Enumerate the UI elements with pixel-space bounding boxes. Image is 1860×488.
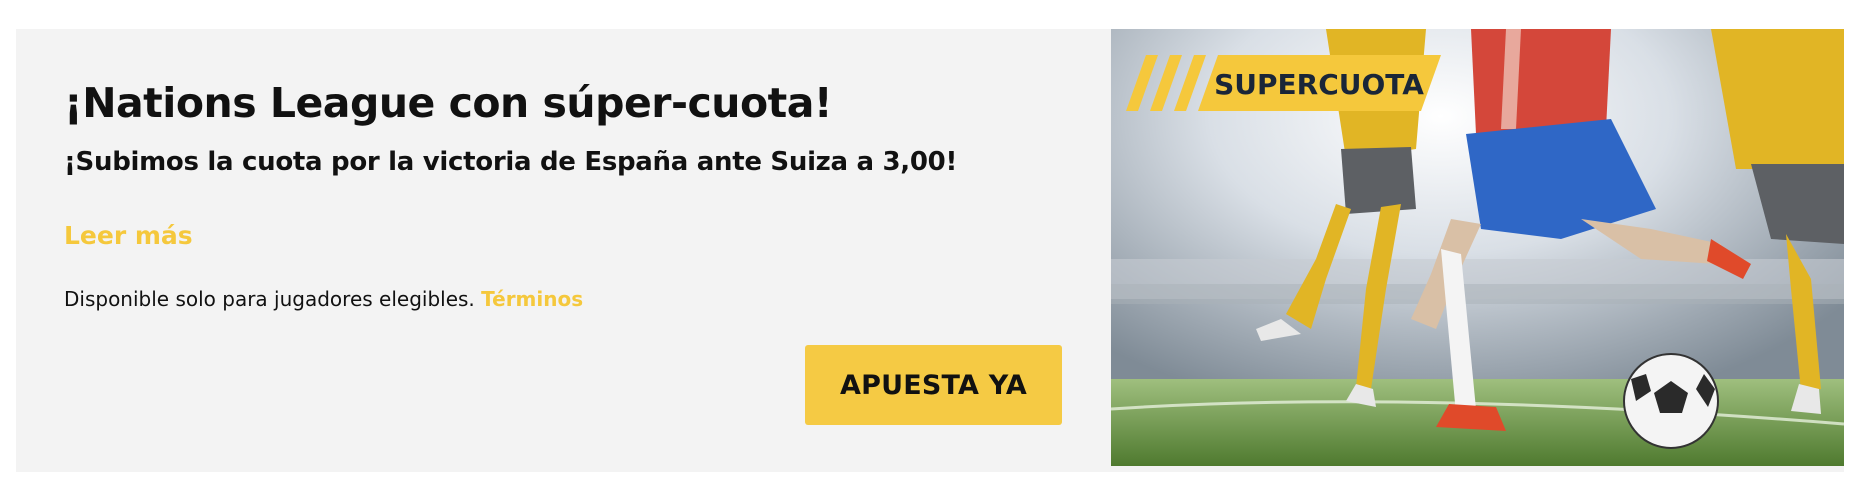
read-more-link[interactable]: Leer más: [64, 221, 193, 250]
bet-now-button[interactable]: APUESTA YA: [805, 345, 1062, 425]
promo-title: ¡Nations League con súper-cuota!: [64, 79, 833, 127]
eligibility-disclaimer: Disponible solo para jugadores elegibles…: [64, 287, 583, 311]
disclaimer-text: Disponible solo para jugadores elegibles…: [64, 287, 475, 311]
promo-subtitle: ¡Subimos la cuota por la victoria de Esp…: [64, 147, 958, 177]
hero-image: SUPERCUOTA: [1111, 29, 1844, 466]
terms-link[interactable]: Términos: [481, 287, 583, 311]
promo-banner: ¡Nations League con súper-cuota! ¡Subimo…: [16, 29, 1844, 472]
promo-content: ¡Nations League con súper-cuota! ¡Subimo…: [16, 29, 1111, 472]
football-players-illustration: SUPERCUOTA: [1111, 29, 1844, 466]
badge-text: SUPERCUOTA: [1214, 68, 1424, 101]
